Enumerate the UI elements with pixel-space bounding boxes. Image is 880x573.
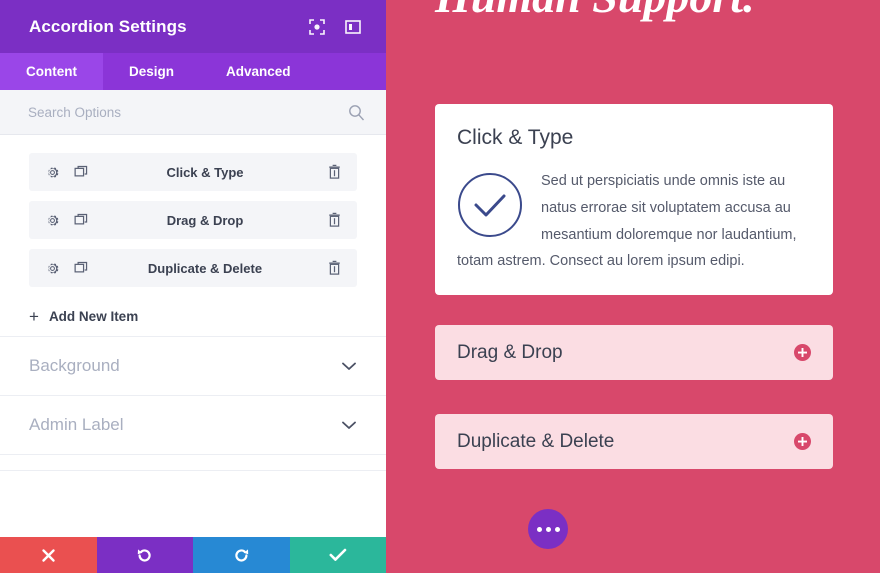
undo-button[interactable] (96, 537, 193, 573)
add-new-item-button[interactable]: + Add New Item (0, 297, 386, 337)
row-actions-left (44, 212, 90, 229)
duplicate-icon[interactable] (73, 212, 90, 229)
accordion-panel-open[interactable]: Click & Type Sed ut perspiciatis unde om… (435, 104, 833, 296)
accordion-item-row[interactable]: Duplicate & Delete (29, 249, 357, 287)
accordion-toggle-label: Duplicate & Delete (457, 430, 615, 452)
duplicate-icon[interactable] (73, 260, 90, 277)
check-circle-icon (457, 172, 523, 238)
chevron-down-icon[interactable] (341, 358, 357, 374)
close-icon (41, 548, 56, 563)
accordion-item-row[interactable]: Drag & Drop (29, 201, 357, 239)
check-icon (329, 548, 347, 562)
panel-layout-icon[interactable] (340, 14, 366, 40)
tab-content[interactable]: Content (0, 53, 103, 90)
trash-icon[interactable] (326, 260, 343, 277)
chevron-down-icon[interactable] (341, 417, 357, 433)
module-settings-panel: Accordion Settings Content Design Advanc… (0, 0, 386, 573)
accordion-panel-content: Sed ut perspiciatis unde omnis iste au n… (457, 168, 809, 275)
accordion-panel-title: Click & Type (457, 126, 574, 149)
plus-circle-icon[interactable] (794, 344, 811, 361)
section-label: Admin Label (29, 415, 124, 434)
search-row (0, 90, 386, 135)
page-preview: Human Support. Click & Type Sed ut persp… (388, 0, 880, 573)
trash-icon[interactable] (326, 164, 343, 181)
save-button[interactable] (289, 537, 386, 573)
plus-circle-icon[interactable] (794, 433, 811, 450)
row-actions-left (44, 260, 90, 277)
redo-button[interactable] (193, 537, 290, 573)
accordion-toggle-label: Drag & Drop (457, 341, 563, 363)
accordion-toggle-duplicate-delete[interactable]: Duplicate & Delete (435, 414, 833, 469)
redo-icon (233, 547, 250, 564)
accordion-item-label: Duplicate & Delete (147, 260, 263, 276)
more-options-fab[interactable] (528, 509, 568, 549)
trash-icon[interactable] (326, 212, 343, 229)
section-label: Background (29, 356, 120, 375)
tab-design[interactable]: Design (103, 53, 200, 90)
accordion-items-list: Click & Type Drag & Drop Duplicate & Del… (0, 135, 386, 287)
hero-title: Human Support. (435, 0, 755, 23)
gear-icon[interactable] (44, 164, 61, 181)
add-new-item-label: Add New Item (48, 309, 139, 324)
settings-panel-body: Click & Type Drag & Drop Duplicate & Del… (0, 135, 386, 537)
duplicate-icon[interactable] (73, 164, 90, 181)
page-title: Accordion Settings (29, 16, 187, 36)
accordion-item-label: Click & Type (166, 164, 244, 180)
section-admin-label[interactable]: Admin Label (0, 396, 386, 455)
accordion-item-label: Drag & Drop (166, 212, 244, 228)
close-button[interactable] (0, 537, 97, 573)
accordion-toggle-drag-drop[interactable]: Drag & Drop (435, 325, 833, 380)
settings-action-bar (0, 537, 386, 573)
ellipsis-dot (554, 526, 560, 532)
section-background[interactable]: Background (0, 337, 386, 396)
row-actions-left (44, 164, 90, 181)
panel-divider (0, 455, 386, 471)
search-icon[interactable] (346, 102, 366, 122)
undo-icon (136, 547, 153, 564)
plus-icon: + (29, 307, 39, 326)
settings-panel-header: Accordion Settings (0, 0, 386, 53)
focus-target-icon[interactable] (304, 14, 330, 40)
gear-icon[interactable] (44, 260, 61, 277)
settings-tabs: Content Design Advanced (0, 53, 386, 90)
search-input[interactable] (28, 104, 346, 120)
tab-advanced[interactable]: Advanced (200, 53, 317, 90)
accordion-item-row[interactable]: Click & Type (29, 153, 357, 191)
ellipsis-dot (545, 526, 551, 532)
ellipsis-dot (536, 526, 542, 532)
gear-icon[interactable] (44, 212, 61, 229)
